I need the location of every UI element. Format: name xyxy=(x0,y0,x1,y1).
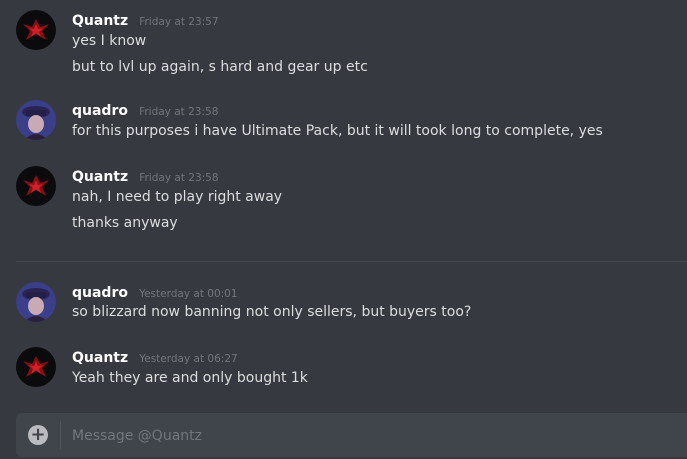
author-name[interactable]: Quantz xyxy=(72,169,128,185)
composer-divider xyxy=(60,421,61,449)
message-text: yes I know xyxy=(72,33,147,49)
message-input[interactable] xyxy=(70,413,677,459)
message-timestamp: Friday at 23:58 xyxy=(139,172,219,184)
message-text: thanks anyway xyxy=(72,215,178,231)
quantz-avatar-image xyxy=(16,347,56,387)
message-composer: + xyxy=(16,413,687,459)
author-name[interactable]: Quantz xyxy=(72,350,128,366)
avatar[interactable] xyxy=(16,166,56,206)
avatar[interactable] xyxy=(16,347,56,387)
quantz-avatar-image xyxy=(16,10,56,50)
date-divider xyxy=(16,261,687,262)
message-timestamp: Yesterday at 06:27 xyxy=(139,353,238,365)
plus-circle-icon[interactable]: + xyxy=(28,425,48,445)
avatar[interactable] xyxy=(16,10,56,50)
author-name[interactable]: Quantz xyxy=(72,13,128,29)
message-text: but to lvl up again, s hard and gear up … xyxy=(72,59,368,75)
author-name[interactable]: quadro xyxy=(72,285,128,301)
message-text: Yeah they are and only bought 1k xyxy=(72,370,308,386)
message-text: nah, I need to play right away xyxy=(72,189,283,205)
quadro-avatar-image xyxy=(16,282,56,322)
message-timestamp: Friday at 23:58 xyxy=(139,106,219,118)
message-text: for this purposes i have Ultimate Pack, … xyxy=(72,123,603,139)
avatar[interactable] xyxy=(16,282,56,322)
message-timestamp: Yesterday at 00:01 xyxy=(139,288,238,300)
message-timestamp: Friday at 23:57 xyxy=(139,16,219,28)
author-name[interactable]: quadro xyxy=(72,103,128,119)
avatar[interactable] xyxy=(16,100,56,140)
quadro-avatar-image xyxy=(16,100,56,140)
message-text: so blizzard now banning not only sellers… xyxy=(72,304,472,320)
quantz-avatar-image xyxy=(16,166,56,206)
